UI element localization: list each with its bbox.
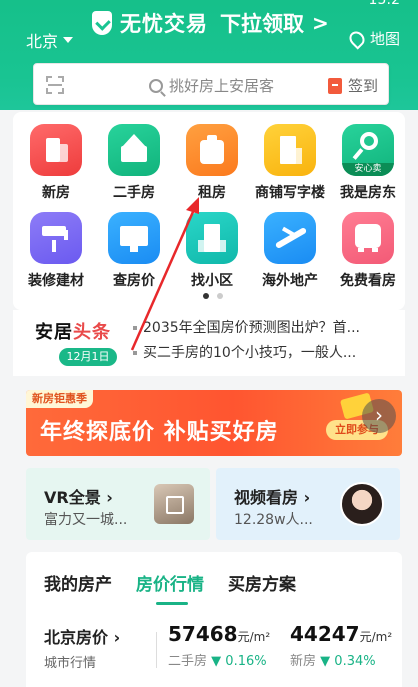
vr-tour-card[interactable]: VR全景 › 富力又一城... — [26, 468, 210, 540]
map-pin-icon — [346, 27, 368, 50]
airplane-icon — [264, 212, 316, 264]
grid-item-office[interactable]: 商铺写字楼 — [251, 124, 329, 202]
new-house-label: 新房 — [290, 654, 317, 669]
bus-icon — [342, 212, 394, 264]
caret-down-icon — [63, 37, 74, 43]
vr-card-subtitle: 富力又一城... — [44, 512, 128, 528]
paint-roller-icon — [30, 212, 82, 264]
tab-price-trends[interactable]: 房价行情 — [136, 570, 204, 605]
grid-label: 商铺写字楼 — [255, 185, 325, 201]
promo-banner[interactable]: 无忧交易 下拉领取 > — [92, 8, 329, 38]
tab-buy-plan[interactable]: 买房方案 — [228, 570, 296, 605]
news-item[interactable]: 买二手房的10个小技巧，一般人... — [133, 341, 393, 366]
grid-label: 租房 — [198, 185, 226, 201]
grid-item-decoration[interactable]: 装修建材 — [17, 212, 95, 290]
grid-label: 装修建材 — [28, 273, 84, 289]
status-time: 15:2 — [368, 0, 400, 8]
grid-item-new-house[interactable]: 新房 — [17, 124, 95, 202]
checkin-button[interactable]: 签到 — [327, 75, 378, 96]
chevron-right-icon: › — [303, 488, 311, 507]
news-item[interactable]: 2035年全国房价预测图出炉？首... — [133, 316, 393, 341]
grid-item-overseas[interactable]: 海外地产 — [251, 212, 329, 290]
page-indicator — [203, 293, 223, 299]
banner-title: 年终探底价 补贴买好房 — [40, 420, 279, 445]
price-city-link[interactable]: 北京房价 › — [44, 624, 120, 648]
vr-card-title: VR全景 › — [44, 488, 113, 507]
city-selector[interactable]: 北京 — [26, 28, 74, 52]
news-logo-right: 头条 — [73, 322, 111, 343]
grid-item-second-hand[interactable]: 二手房 — [95, 124, 173, 202]
rent-suitcase-icon — [186, 124, 238, 176]
page-dot — [217, 293, 223, 299]
video-card-title: 视频看房 › — [234, 488, 311, 507]
news-logo-left: 安居 — [35, 322, 73, 343]
grid-label: 海外地产 — [262, 273, 318, 289]
grid-label: 二手房 — [113, 185, 155, 201]
map-label: 地图 — [369, 30, 400, 48]
carousel-next-button[interactable]: › — [362, 399, 396, 433]
landlord-badge: 安心卖 — [342, 163, 394, 176]
grid-label: 查房价 — [113, 273, 155, 289]
housing-panel: 我的房产 房价行情 买房方案 北京房价 › 城市行情 57468元/m² 二手房… — [26, 552, 402, 687]
feature-cards: VR全景 › 富力又一城... 视频看房 › 12.28w人... — [26, 468, 402, 540]
landlord-key-icon: 安心卖 — [342, 124, 394, 176]
banner-tag: 新房钜惠季 — [26, 390, 93, 408]
news-logo: 安居头条 12月1日 — [35, 318, 135, 366]
chevron-right-icon: › — [113, 628, 121, 647]
second-hand-label: 二手房 — [168, 654, 208, 669]
grid-item-price[interactable]: 查房价 — [95, 212, 173, 290]
news-ticker[interactable]: 安居头条 12月1日 2035年全国房价预测图出炉？首... 买二手房的10个小… — [13, 310, 405, 376]
checkin-label: 签到 — [347, 77, 378, 95]
agent-avatar — [340, 482, 384, 526]
price-unit: 元/m² — [237, 630, 271, 644]
search-input[interactable]: 挑好房上安居客 — [149, 75, 274, 96]
promo-subtitle: 下拉领取 — [220, 12, 304, 36]
news-list: 2035年全国房价预测图出炉？首... 买二手房的10个小技巧，一般人... — [133, 316, 393, 366]
second-hand-change: 0.16% — [225, 654, 267, 669]
new-house-change: 0.34% — [334, 654, 376, 669]
search-placeholder: 挑好房上安居客 — [169, 77, 275, 95]
shield-check-icon — [92, 11, 112, 35]
grid-item-rent[interactable]: 租房 — [173, 124, 251, 202]
checkin-icon — [327, 77, 342, 94]
grid-label: 我是房东 — [340, 185, 396, 201]
chevron-right-icon: › — [106, 488, 113, 507]
divider — [156, 632, 157, 668]
community-building-icon — [186, 212, 238, 264]
news-date-badge: 12月1日 — [59, 348, 117, 366]
search-bar[interactable]: 挑好房上安居客 签到 — [33, 63, 389, 105]
office-building-icon — [264, 124, 316, 176]
video-card-subtitle: 12.28w人... — [234, 512, 313, 528]
down-arrow-icon: ▼ — [320, 654, 331, 669]
grid-item-landlord[interactable]: 安心卖 我是房东 — [329, 124, 407, 202]
new-house-price-value: 44247 — [290, 622, 360, 646]
grid-label: 免费看房 — [340, 273, 396, 289]
grid-label: 新房 — [42, 185, 70, 201]
new-house-icon — [30, 124, 82, 176]
second-hand-price-value: 57468 — [168, 622, 238, 646]
promo-title: 无忧交易 — [120, 12, 208, 36]
price-unit: 元/m² — [359, 630, 393, 644]
grid-item-free-tour[interactable]: 免费看房 — [329, 212, 407, 290]
tab-my-property[interactable]: 我的房产 — [44, 570, 112, 605]
grid-item-community[interactable]: 找小区 — [173, 212, 251, 290]
price-city-subtitle: 城市行情 — [44, 656, 97, 671]
second-hand-price[interactable]: 57468元/m² 二手房 ▼ 0.16% — [168, 622, 270, 669]
new-house-price[interactable]: 44247元/m² 新房 ▼ 0.34% — [290, 622, 392, 669]
service-grid: 新房 二手房 租房 商铺写字楼 安心卖 我是房东 装修建材 查房价 找小区 海外… — [13, 112, 405, 310]
housing-tabs: 我的房产 房价行情 买房方案 — [44, 570, 296, 605]
vr-thumbnail — [154, 484, 194, 524]
second-hand-house-icon — [108, 124, 160, 176]
up-arrow-icon: ▼ — [211, 654, 222, 669]
promo-carousel-banner[interactable]: 新房钜惠季 年终探底价 补贴买好房 立即参与 — [26, 390, 402, 456]
price-chart-icon — [108, 212, 160, 264]
video-tour-card[interactable]: 视频看房 › 12.28w人... — [216, 468, 400, 540]
city-label: 北京 — [26, 32, 59, 51]
map-button[interactable]: 地图 — [346, 27, 400, 50]
scan-icon[interactable] — [46, 76, 64, 94]
chevron-right-icon: > — [312, 11, 329, 35]
search-icon — [149, 78, 163, 93]
page-dot-active — [203, 293, 209, 299]
grid-label: 找小区 — [191, 273, 233, 289]
